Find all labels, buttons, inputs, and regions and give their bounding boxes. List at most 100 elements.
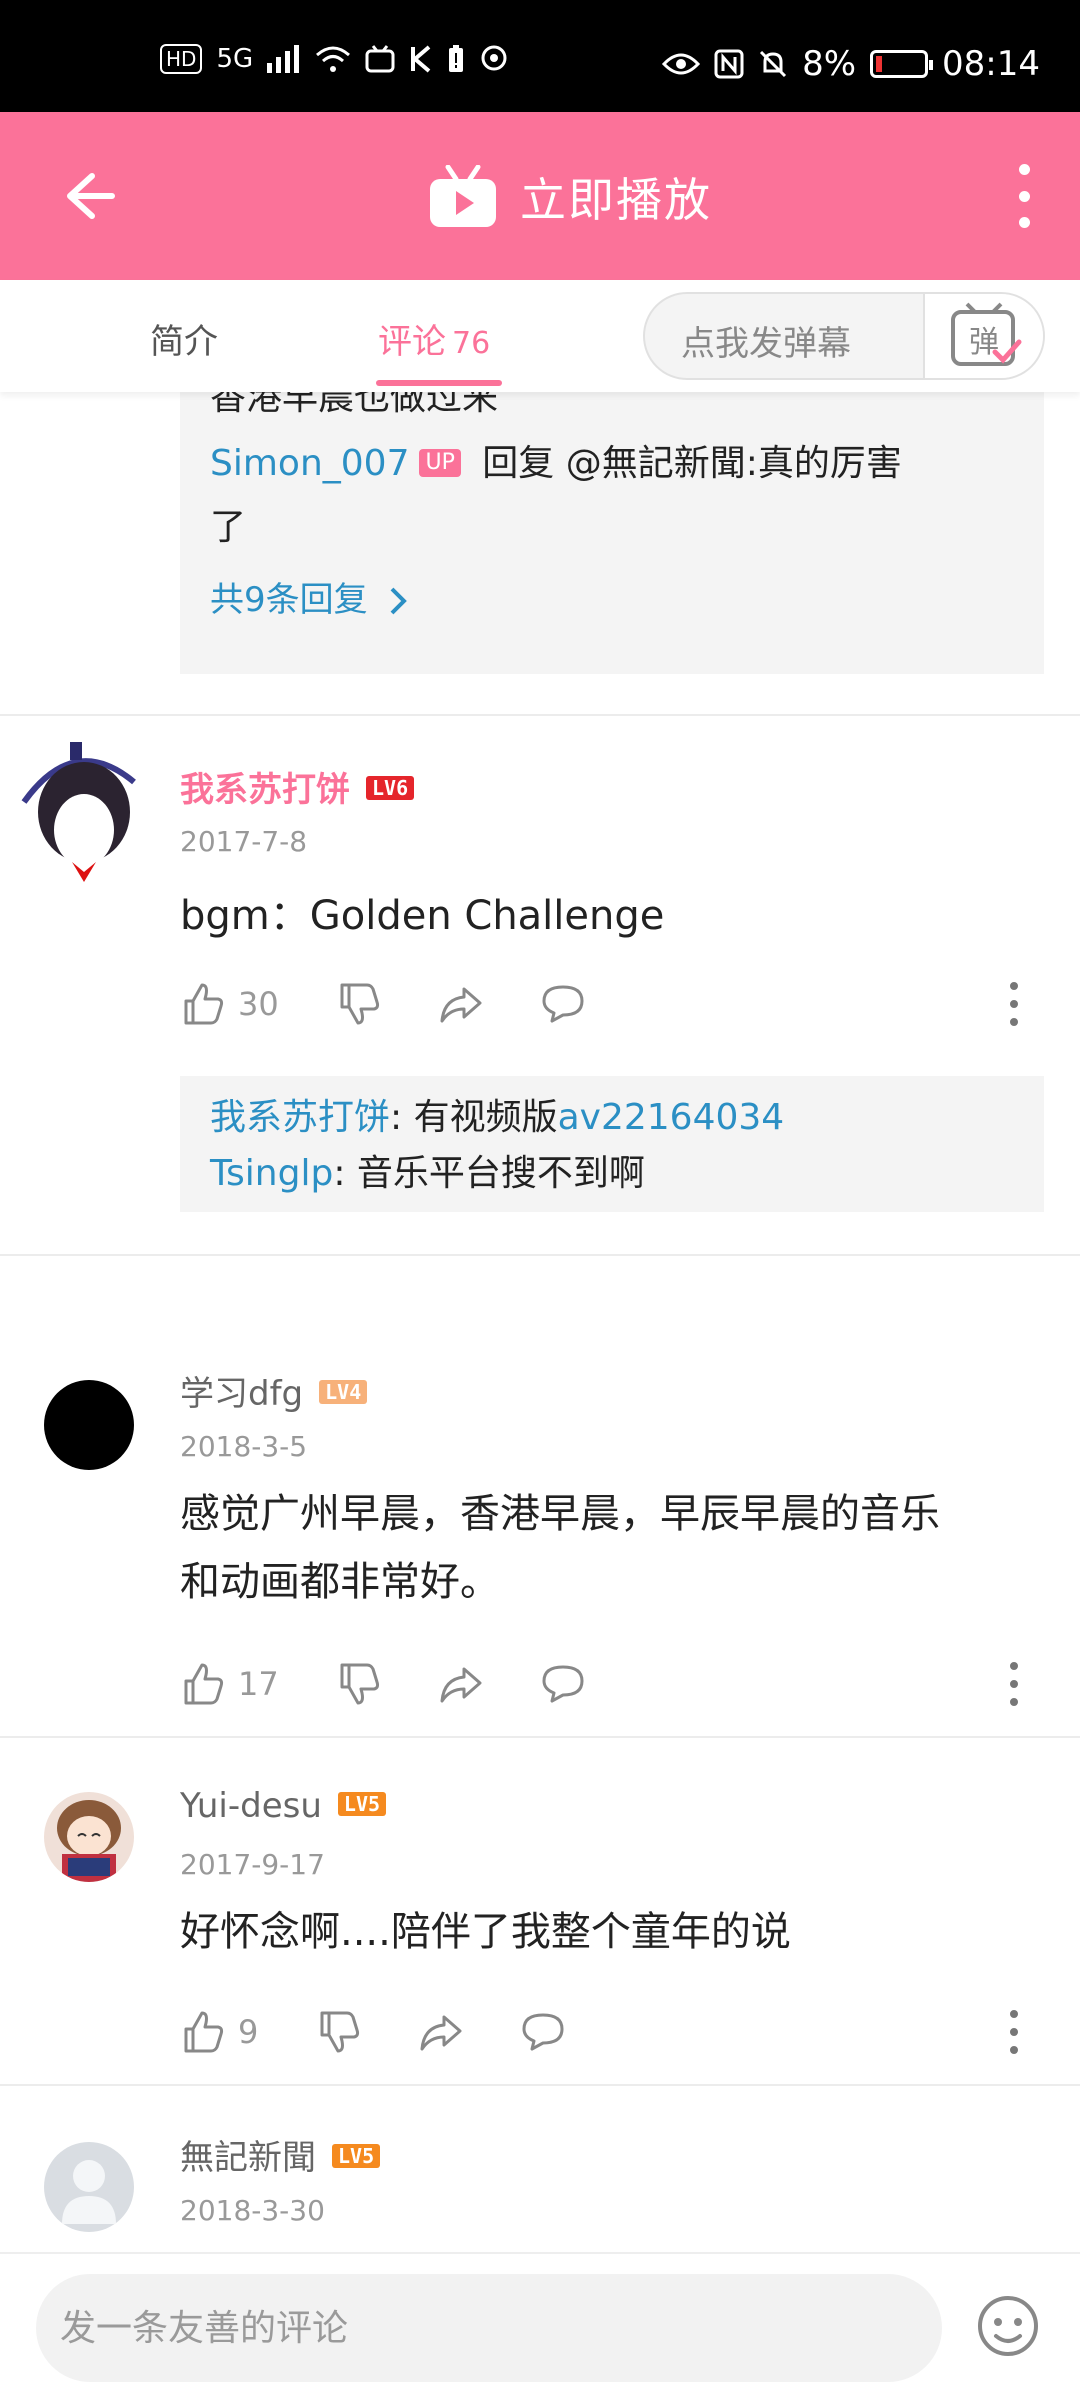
comment-actions: 30 [180, 976, 1040, 1032]
hotspot-icon [481, 45, 507, 71]
reply-item: Tsinglp: 音乐平台搜不到啊 [210, 1142, 645, 1206]
level-badge: LV5 [337, 1792, 387, 1816]
comment-list[interactable]: 香港早晨也做过来 Simon_007 UP 回复 @無記新聞:真的厉害 了 共9条… [0, 392, 1080, 2252]
comment-actions: 17 [180, 1656, 1040, 1712]
comment-username[interactable]: Yui-desu LV5 [180, 1786, 387, 1826]
avatar[interactable] [44, 1380, 134, 1470]
reply-user-link[interactable]: 我系苏打饼 [210, 1097, 390, 1138]
tv-icon [365, 45, 395, 73]
tab-intro[interactable]: 简介 [150, 314, 218, 363]
battery-alert-icon [449, 45, 464, 72]
like-button[interactable]: 9 [180, 2004, 258, 2060]
k-icon [411, 45, 431, 73]
eye-icon [662, 53, 701, 75]
comment-text: 感觉广州早晨，香港早晨，早辰早晨的音乐 和动画都非常好。 [180, 1491, 940, 1605]
reply-item: 我系苏打饼: 有视频版av22164034 [210, 1086, 784, 1150]
comment-username[interactable]: 学习dfg LV4 [180, 1366, 368, 1415]
level-badge: LV6 [366, 776, 415, 800]
avatar[interactable] [14, 742, 144, 892]
reply-button[interactable] [540, 1656, 586, 1712]
avatar[interactable] [44, 1792, 134, 1882]
reply-button[interactable] [520, 2004, 566, 2060]
default-avatar-icon [62, 2160, 116, 2224]
status-bar: HD 5G 8% 08:14 [0, 0, 1080, 112]
tab-bar: 简介 评论 76 点我发弹幕 弹 [0, 280, 1080, 392]
reply-text-partial: 香港早晨也做过来 [210, 392, 499, 418]
status-icons-left: HD 5G [160, 44, 509, 74]
like-button[interactable]: 17 [180, 1656, 279, 1712]
comment-text: 好怀念啊....陪伴了我整个童年的说 [180, 1909, 791, 1955]
wifi-icon [316, 46, 351, 72]
share-button[interactable] [438, 1656, 484, 1712]
avatar-image [57, 1800, 121, 1882]
comment-date: 2018-3-5 [180, 1430, 308, 1463]
divider [0, 1736, 1080, 1738]
page-title: 立即播放 [520, 173, 712, 227]
danmaku-toggle-button[interactable]: 弹 [923, 294, 1043, 378]
more-options-icon[interactable] [1016, 164, 1032, 228]
share-icon [440, 987, 482, 1023]
thumbs-up-icon [184, 983, 224, 1025]
comment-icon [542, 985, 584, 1023]
reply-user-link[interactable]: Simon_007 [210, 443, 409, 484]
comment-icon [542, 1665, 584, 1703]
reply-button[interactable] [540, 976, 586, 1032]
tab-comments-count: 76 [452, 326, 491, 361]
share-icon [440, 1667, 482, 1703]
share-icon [420, 2015, 462, 2051]
comment-input[interactable] [36, 2274, 942, 2382]
reply-box: 香港早晨也做过来 Simon_007 UP 回复 @無記新聞:真的厉害 了 共9条… [180, 392, 1044, 674]
dislike-button[interactable] [336, 1656, 382, 1712]
comment-icon [522, 2013, 564, 2051]
share-button[interactable] [418, 2004, 464, 2060]
status-icons-right: 8% 08:14 [662, 44, 1040, 84]
dislike-button[interactable] [336, 976, 382, 1032]
comment-text: bgm：Golden Challenge [180, 893, 665, 939]
up-badge: UP [419, 449, 461, 477]
avatar[interactable] [44, 2142, 134, 2232]
play-now-button[interactable]: 立即播放 [428, 164, 712, 230]
like-count: 9 [238, 2013, 259, 2051]
comment-actions: 9 [180, 2004, 1040, 2060]
more-icon[interactable] [1010, 1662, 1020, 1706]
back-arrow-icon[interactable] [56, 164, 120, 228]
like-button[interactable]: 30 [180, 976, 279, 1032]
comment-composer [0, 2252, 1080, 2400]
like-count: 30 [238, 985, 279, 1023]
comment-date: 2017-9-17 [180, 1848, 325, 1881]
tab-indicator [376, 380, 502, 386]
nfc-icon [714, 49, 744, 79]
comment-date: 2017-7-8 [180, 825, 308, 858]
dislike-button[interactable] [316, 2004, 362, 2060]
danmaku-icon: 弹 [951, 302, 1022, 366]
more-icon[interactable] [1010, 982, 1020, 1026]
thumbs-down-icon [340, 983, 380, 1025]
reply-user-link[interactable]: Tsinglp [210, 1153, 333, 1194]
tab-comments-label: 评论 [378, 322, 446, 362]
emoji-icon[interactable] [976, 2294, 1040, 2358]
more-icon[interactable] [1010, 2010, 1020, 2054]
mute-icon [760, 50, 787, 78]
danmaku-input[interactable]: 点我发弹幕 弹 [643, 292, 1045, 380]
video-link[interactable]: av22164034 [558, 1097, 785, 1138]
clock: 08:14 [942, 44, 1040, 84]
danmaku-placeholder: 点我发弹幕 [681, 324, 851, 364]
reply-text: : 音乐平台搜不到啊 [333, 1153, 645, 1194]
reply-text: : 有视频版 [390, 1097, 558, 1138]
signal-icon [267, 45, 300, 73]
view-all-replies-link[interactable]: 共9条回复 [210, 568, 410, 632]
level-badge: LV5 [332, 2144, 381, 2168]
thumbs-down-icon [340, 1663, 380, 1705]
like-count: 17 [238, 1665, 279, 1703]
comment-username[interactable]: 無記新聞 LV5 [180, 2130, 381, 2179]
divider [0, 714, 1080, 716]
reply-box: 我系苏打饼: 有视频版av22164034 Tsinglp: 音乐平台搜不到啊 [180, 1076, 1044, 1212]
share-button[interactable] [438, 976, 484, 1032]
divider [0, 1254, 1080, 1256]
tab-comments[interactable]: 评论 76 [378, 314, 490, 363]
comment-username[interactable]: 我系苏打饼 LV6 [180, 762, 415, 811]
hd-icon: HD [160, 44, 203, 74]
reply-text: 回复 @無記新聞:真的厉害 [470, 443, 902, 484]
battery-percent: 8% [802, 44, 857, 84]
level-badge: LV4 [319, 1380, 368, 1404]
